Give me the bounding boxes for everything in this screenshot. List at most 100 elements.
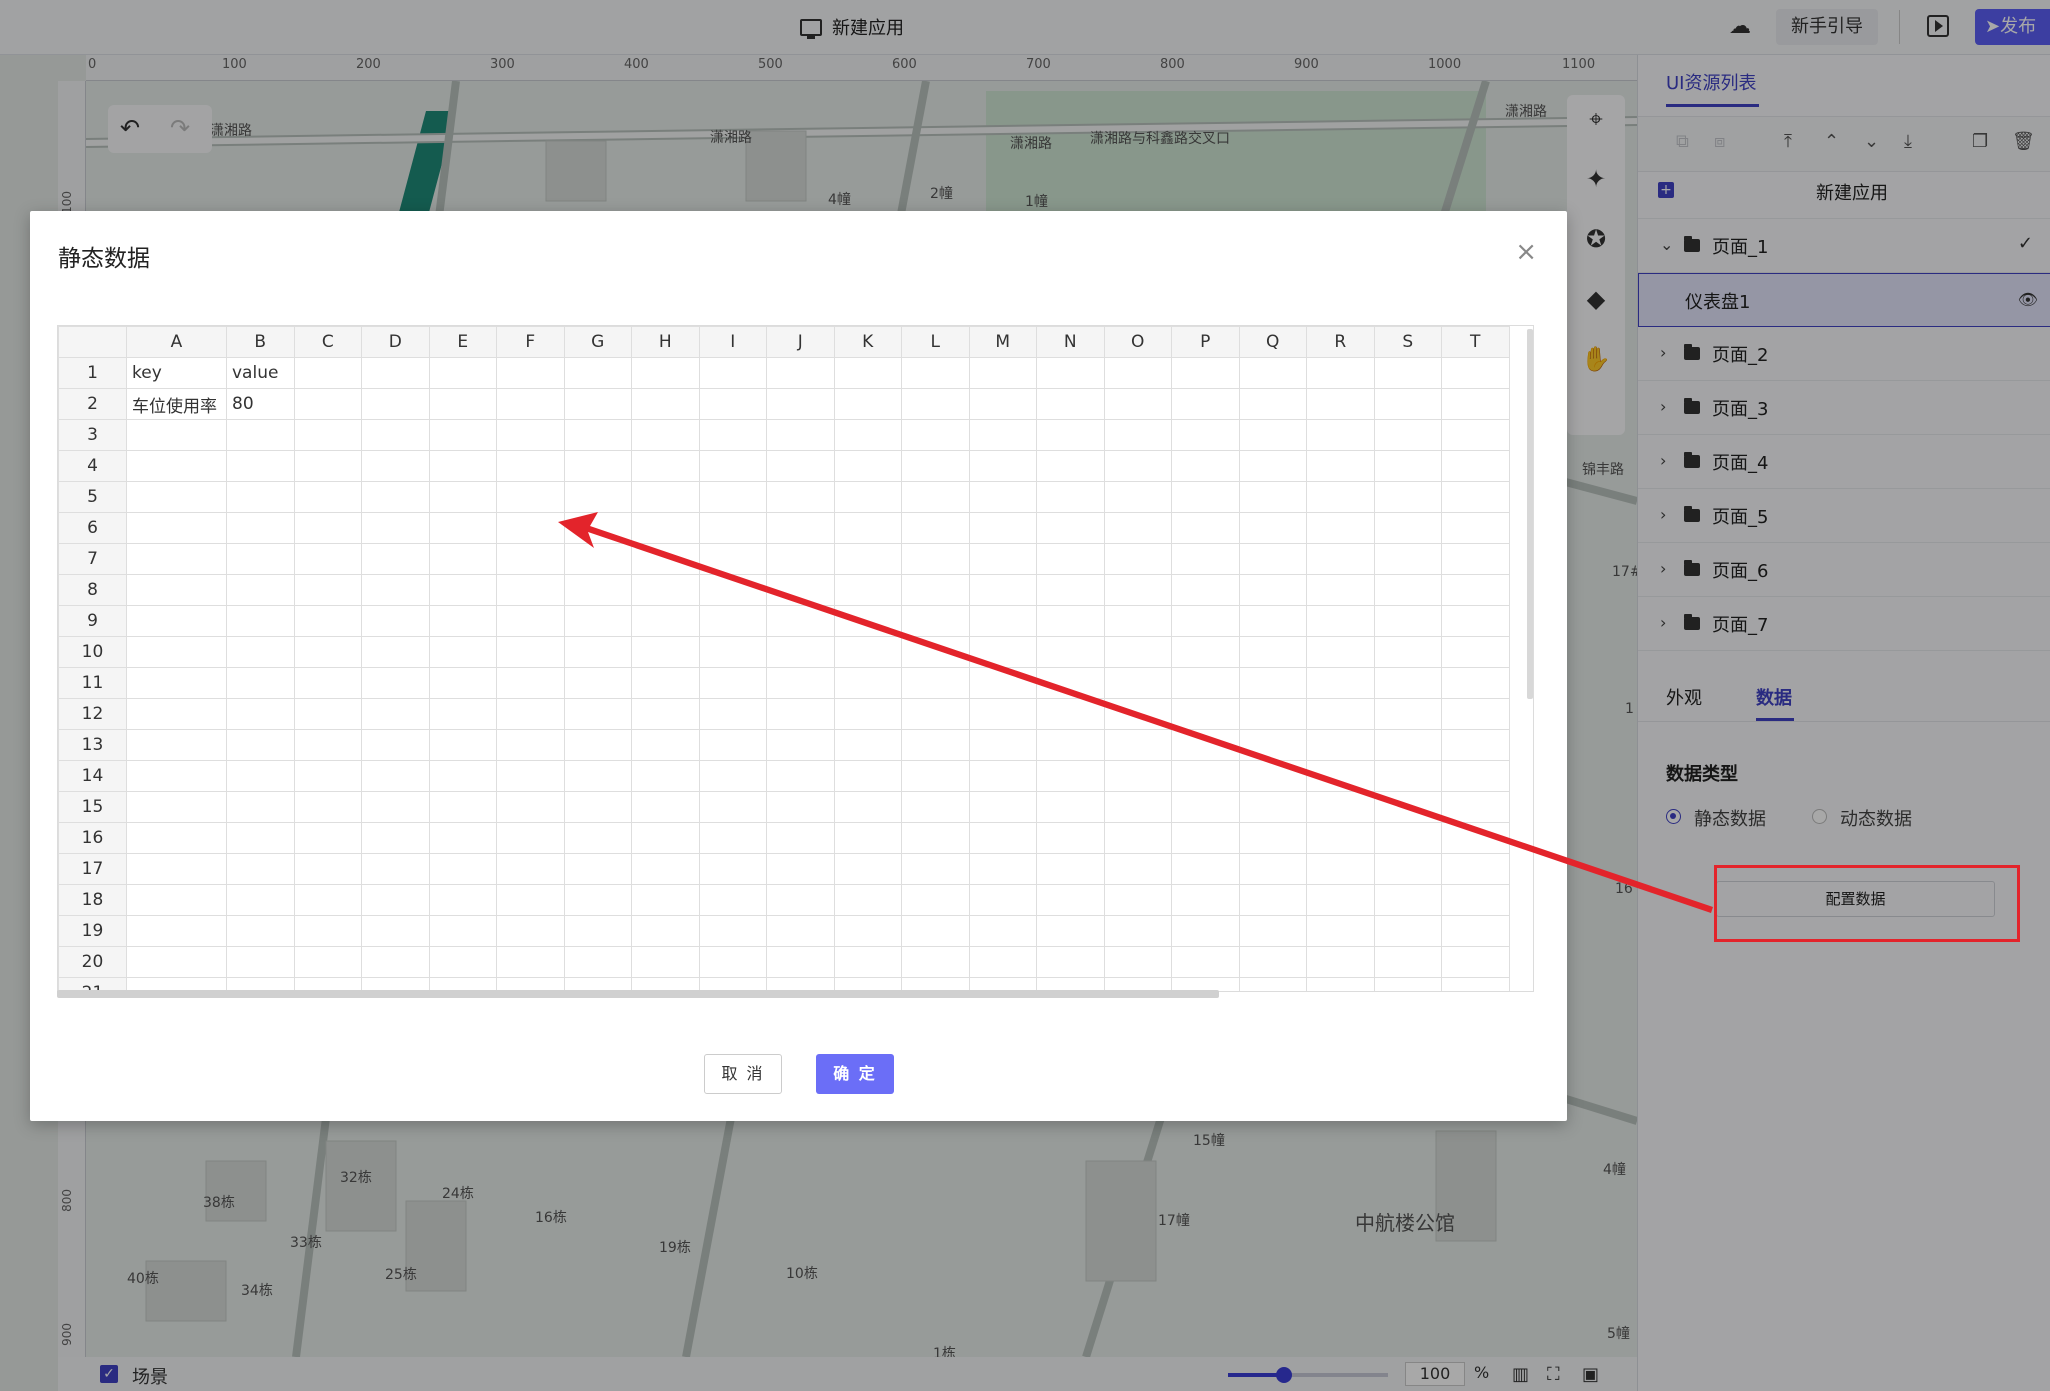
sheet-cell[interactable] [1103, 512, 1172, 544]
sheet-cell[interactable] [901, 419, 970, 451]
column-header[interactable]: N [1036, 326, 1105, 358]
sheet-cell[interactable] [833, 667, 902, 699]
sheet-cell[interactable] [293, 667, 362, 699]
sheet-cell[interactable] [766, 574, 835, 606]
sheet-cell[interactable] [766, 512, 835, 544]
sheet-cell[interactable] [1103, 791, 1172, 823]
sheet-cell[interactable] [698, 605, 767, 637]
sheet-cell[interactable] [226, 760, 295, 792]
sheet-cell[interactable] [901, 915, 970, 947]
sheet-cell[interactable] [1373, 512, 1442, 544]
sheet-cell[interactable] [1036, 450, 1105, 482]
sheet-cell[interactable] [698, 760, 767, 792]
sheet-cell[interactable] [428, 791, 497, 823]
sheet-cell[interactable] [1171, 667, 1240, 699]
sheet-cell[interactable] [496, 543, 565, 575]
sheet-cell[interactable] [496, 946, 565, 978]
sheet-cell[interactable] [496, 667, 565, 699]
sheet-cell[interactable] [361, 636, 430, 668]
sheet-cell[interactable] [496, 605, 565, 637]
sheet-cell[interactable] [631, 853, 700, 885]
sheet-cell[interactable] [1238, 574, 1307, 606]
sheet-cell[interactable] [226, 698, 295, 730]
column-header[interactable]: H [631, 326, 700, 358]
sheet-cell[interactable] [1171, 419, 1240, 451]
sheet-cell[interactable] [226, 419, 295, 451]
sheet-cell[interactable] [126, 636, 227, 668]
sheet-cell[interactable] [1036, 388, 1105, 420]
sheet-cell[interactable] [126, 915, 227, 947]
sheet-cell[interactable] [833, 760, 902, 792]
sheet-cell[interactable] [968, 884, 1037, 916]
sheet-cell[interactable] [428, 357, 497, 389]
sheet-cell[interactable] [1036, 636, 1105, 668]
sheet-cell[interactable] [631, 698, 700, 730]
sheet-cell[interactable] [968, 357, 1037, 389]
sheet-cell[interactable] [1306, 946, 1375, 978]
sheet-cell[interactable] [1036, 512, 1105, 544]
sheet-cell[interactable] [361, 419, 430, 451]
sheet-cell[interactable] [698, 543, 767, 575]
sheet-cell[interactable] [361, 698, 430, 730]
sheet-cell[interactable] [1171, 636, 1240, 668]
sheet-cell[interactable] [428, 574, 497, 606]
sheet-cell[interactable] [901, 884, 970, 916]
sheet-cell[interactable] [901, 636, 970, 668]
sheet-cell[interactable] [1441, 791, 1510, 823]
sheet-cell[interactable] [1238, 636, 1307, 668]
sheet-cell[interactable] [1373, 667, 1442, 699]
sheet-cell[interactable] [968, 791, 1037, 823]
sheet-cell[interactable] [631, 512, 700, 544]
sheet-cell[interactable] [428, 822, 497, 854]
sheet-cell[interactable]: key [126, 357, 227, 389]
sheet-cell[interactable] [293, 605, 362, 637]
sheet-cell[interactable] [1103, 636, 1172, 668]
sheet-cell[interactable] [496, 636, 565, 668]
sheet-cell[interactable] [1171, 884, 1240, 916]
sheet-cell[interactable] [1103, 574, 1172, 606]
sheet-cell[interactable] [1441, 698, 1510, 730]
sheet-cell[interactable] [361, 791, 430, 823]
sheet-cell[interactable] [428, 450, 497, 482]
sheet-cell[interactable] [126, 512, 227, 544]
sheet-cell[interactable] [1441, 512, 1510, 544]
sheet-cell[interactable] [1238, 698, 1307, 730]
sheet-cell[interactable] [901, 853, 970, 885]
sheet-cell[interactable] [968, 605, 1037, 637]
sheet-cell[interactable] [1036, 357, 1105, 389]
sheet-cell[interactable] [766, 388, 835, 420]
sheet-cell[interactable] [126, 822, 227, 854]
sheet-cell[interactable] [226, 884, 295, 916]
sheet-cell[interactable] [766, 605, 835, 637]
sheet-cell[interactable] [1171, 853, 1240, 885]
sheet-cell[interactable] [361, 822, 430, 854]
sheet-cell[interactable] [1306, 791, 1375, 823]
sheet-cell[interactable] [1373, 574, 1442, 606]
sheet-cell[interactable] [126, 450, 227, 482]
sheet-cell[interactable] [563, 729, 632, 761]
sheet-cell[interactable] [698, 450, 767, 482]
sheet-cell[interactable] [1441, 605, 1510, 637]
sheet-cell[interactable] [1036, 946, 1105, 978]
sheet-cell[interactable] [1306, 388, 1375, 420]
sheet-cell[interactable] [563, 667, 632, 699]
sheet-cell[interactable] [1238, 791, 1307, 823]
sheet-cell[interactable] [1103, 419, 1172, 451]
sheet-cell[interactable] [293, 574, 362, 606]
row-header[interactable]: 8 [58, 574, 127, 606]
sheet-cell[interactable] [1441, 760, 1510, 792]
sheet-cell[interactable] [1036, 822, 1105, 854]
sheet-cell[interactable] [293, 698, 362, 730]
column-header[interactable]: T [1441, 326, 1510, 358]
sheet-cell[interactable] [968, 698, 1037, 730]
sheet-cell[interactable] [293, 946, 362, 978]
sheet-cell[interactable] [698, 481, 767, 513]
sheet-cell[interactable] [1036, 729, 1105, 761]
sheet-cell[interactable]: 80 [226, 388, 295, 420]
sheet-cell[interactable] [1103, 450, 1172, 482]
sheet-cell[interactable] [1306, 543, 1375, 575]
sheet-cell[interactable] [496, 481, 565, 513]
sheet-cell[interactable] [1306, 605, 1375, 637]
sheet-cell[interactable] [1441, 357, 1510, 389]
column-header[interactable]: F [496, 326, 565, 358]
